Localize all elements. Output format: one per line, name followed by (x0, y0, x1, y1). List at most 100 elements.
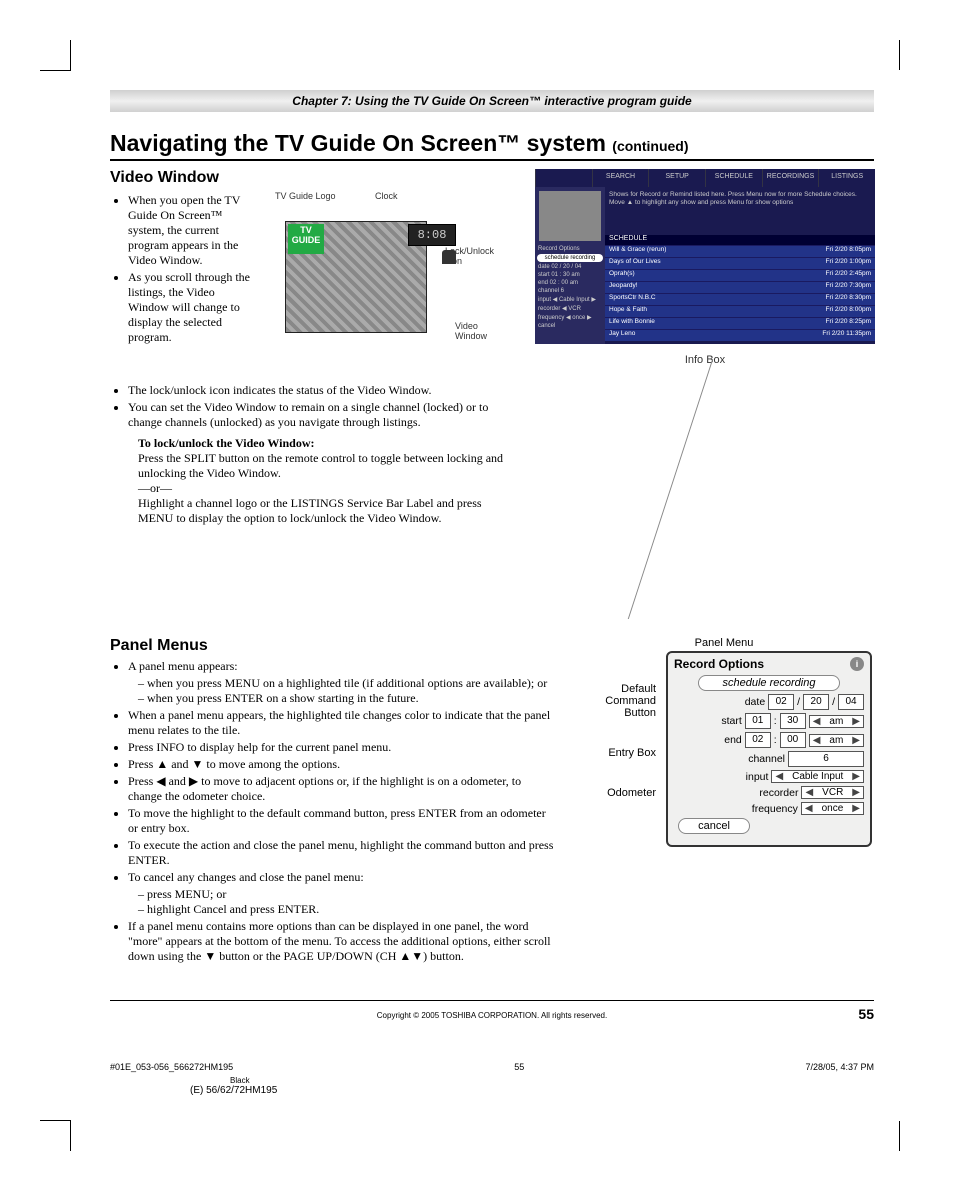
video-window-illustration: TV Guide Logo Clock Lock/Unlock Icon Vid… (265, 191, 505, 381)
bullet: As you scroll through the listings, the … (128, 270, 250, 345)
meta-date: 7/28/05, 4:37 PM (805, 1062, 874, 1072)
recorder-odometer[interactable]: ◀VCR▶ (801, 786, 864, 799)
panel-cmd: schedule recording (537, 254, 603, 262)
default-command-button[interactable]: schedule recording (698, 675, 840, 691)
tab: LISTINGS (818, 169, 875, 187)
dash-item: press MENU; or (138, 887, 554, 902)
panel-item: input ◀ Cable Input ▶ (535, 295, 605, 304)
chapter-header: Chapter 7: Using the TV Guide On Screen™… (110, 90, 874, 112)
schedule-row: Hope & FaithFri 2/20 8:00pm (605, 305, 875, 317)
crop-mark (899, 1121, 914, 1151)
row-label-frequency: frequency (674, 803, 798, 815)
schedule-row: Jay LenoFri 2/20 11:35pm (605, 329, 875, 341)
panel-menu-title: Record Options (674, 657, 764, 671)
heading-video-window: Video Window (110, 169, 505, 187)
label-panel-menu: Panel Menu (574, 637, 874, 649)
lock-icon (442, 250, 456, 264)
page-title: Navigating the TV Guide On Screen™ syste… (110, 130, 874, 161)
crop-mark (899, 40, 914, 70)
footer-rule (110, 1000, 874, 1001)
row-label-start: start (674, 715, 742, 727)
panel-item: end 02 : 00 am (535, 279, 605, 287)
paragraph: Highlight a channel logo or the LISTINGS… (138, 496, 505, 526)
paragraph: Press the SPLIT button on the remote con… (138, 451, 505, 481)
bullet: When you open the TV Guide On Screen™ sy… (128, 193, 250, 268)
section-panel-menus: Panel Menus A panel menu appears: when y… (110, 637, 874, 970)
schedule-row: Life with BonnieFri 2/20 8:25pm (605, 317, 875, 329)
start-min-input[interactable]: 30 (780, 713, 806, 729)
label-entry-box: Entry Box (574, 747, 656, 759)
title-main: Navigating the TV Guide On Screen™ syste… (110, 130, 606, 156)
panel-item: cancel (535, 322, 605, 330)
bullet: To move the highlight to the default com… (128, 806, 554, 836)
bullet: To execute the action and close the pane… (128, 838, 554, 868)
label-clock: Clock (375, 191, 398, 201)
end-min-input[interactable]: 00 (780, 732, 806, 748)
tab: RECORDINGS (762, 169, 819, 187)
tab: SCHEDULE (705, 169, 762, 187)
schedule-row: Oprah(s)Fri 2/20 2:45pm (605, 269, 875, 281)
cancel-button[interactable]: cancel (678, 818, 750, 834)
panel-item: frequency ◀ once ▶ (535, 313, 605, 322)
schedule-tabs: SEARCH SETUP SCHEDULE RECORDINGS LISTING… (535, 169, 875, 187)
dash-item: when you press ENTER on a show starting … (138, 691, 554, 706)
schedule-row: Will & Grace (rerun)Fri 2/20 8:05pm (605, 245, 875, 257)
bullet: Press ▲ and ▼ to move among the options. (128, 757, 554, 772)
dash-item: when you press MENU on a highlighted til… (138, 676, 554, 691)
title-continued: (continued) (612, 138, 688, 154)
schedule-row: SportsCtr N.B.CFri 2/20 8:30pm (605, 293, 875, 305)
label-video-window: Video Window (455, 321, 505, 341)
panel-title: Record Options (535, 245, 605, 253)
date-month-input[interactable]: 02 (768, 694, 794, 710)
end-ampm-odometer[interactable]: ◀am▶ (809, 734, 864, 747)
row-label-end: end (674, 734, 742, 746)
crop-mark (40, 1120, 71, 1151)
schedule-screenshot: SEARCH SETUP SCHEDULE RECORDINGS LISTING… (535, 169, 875, 369)
info-icon[interactable]: i (850, 657, 864, 671)
schedule-row: Jeopardy!Fri 2/20 7:30pm (605, 281, 875, 293)
date-year-input[interactable]: 04 (838, 694, 864, 710)
meta-model: (E) 56/62/72HM195 (190, 1085, 874, 1096)
clock-value: 8:08 (408, 224, 456, 246)
print-meta-row: #01E_053-056_566272HM195 55 7/28/05, 4:3… (110, 1062, 874, 1072)
end-hour-input[interactable]: 02 (745, 732, 771, 748)
panel-item: channel 6 (535, 287, 605, 295)
bullet: Press ◀ and ▶ to move to adjacent option… (128, 774, 554, 804)
subheading-lock: To lock/unlock the Video Window: (138, 436, 505, 451)
preview-image (539, 191, 601, 241)
channel-input[interactable]: 6 (788, 751, 864, 767)
meta-black: Black (230, 1076, 874, 1085)
row-label-recorder: recorder (674, 787, 798, 799)
row-label-date: date (674, 696, 765, 708)
heading-panel-menus: Panel Menus (110, 637, 554, 655)
tv-guide-logo-icon: TV GUIDE (288, 224, 324, 254)
start-hour-input[interactable]: 01 (745, 713, 771, 729)
callout-line (627, 359, 712, 619)
bullet: Press INFO to display help for the curre… (128, 740, 554, 755)
start-ampm-odometer[interactable]: ◀am▶ (809, 715, 864, 728)
bullet: If a panel menu contains more options th… (128, 919, 554, 964)
frequency-odometer[interactable]: ◀once▶ (801, 802, 864, 815)
meta-filename: #01E_053-056_566272HM195 (110, 1062, 233, 1072)
schedule-header: SCHEDULE (605, 235, 875, 245)
label-default-cmd: Default Command Button (574, 683, 656, 719)
panel-side-labels: Default Command Button Entry Box Odomete… (574, 651, 656, 827)
panel-item: start 01 : 30 am (535, 271, 605, 279)
section-video-window: Video Window When you open the TV Guide … (110, 169, 874, 619)
tab: SEARCH (592, 169, 649, 187)
row-label-channel: channel (674, 753, 785, 765)
bullet: You can set the Video Window to remain o… (128, 400, 505, 430)
tab (535, 169, 592, 187)
label-tvguide-logo: TV Guide Logo (275, 191, 336, 201)
crop-mark (40, 40, 71, 71)
input-odometer[interactable]: ◀Cable Input▶ (771, 770, 864, 783)
bullet: A panel menu appears: when you press MEN… (128, 659, 554, 706)
bullet: When a panel menu appears, the highlight… (128, 708, 554, 738)
info-message: Shows for Record or Remind listed here. … (605, 187, 875, 235)
dash-item: highlight Cancel and press ENTER. (138, 902, 554, 917)
label-odometer: Odometer (574, 787, 656, 799)
label-info-box: Info Box (535, 354, 875, 366)
row-label-input: input (674, 771, 768, 783)
panel-item: recorder ◀ VCR (535, 304, 605, 313)
date-day-input[interactable]: 20 (803, 694, 829, 710)
